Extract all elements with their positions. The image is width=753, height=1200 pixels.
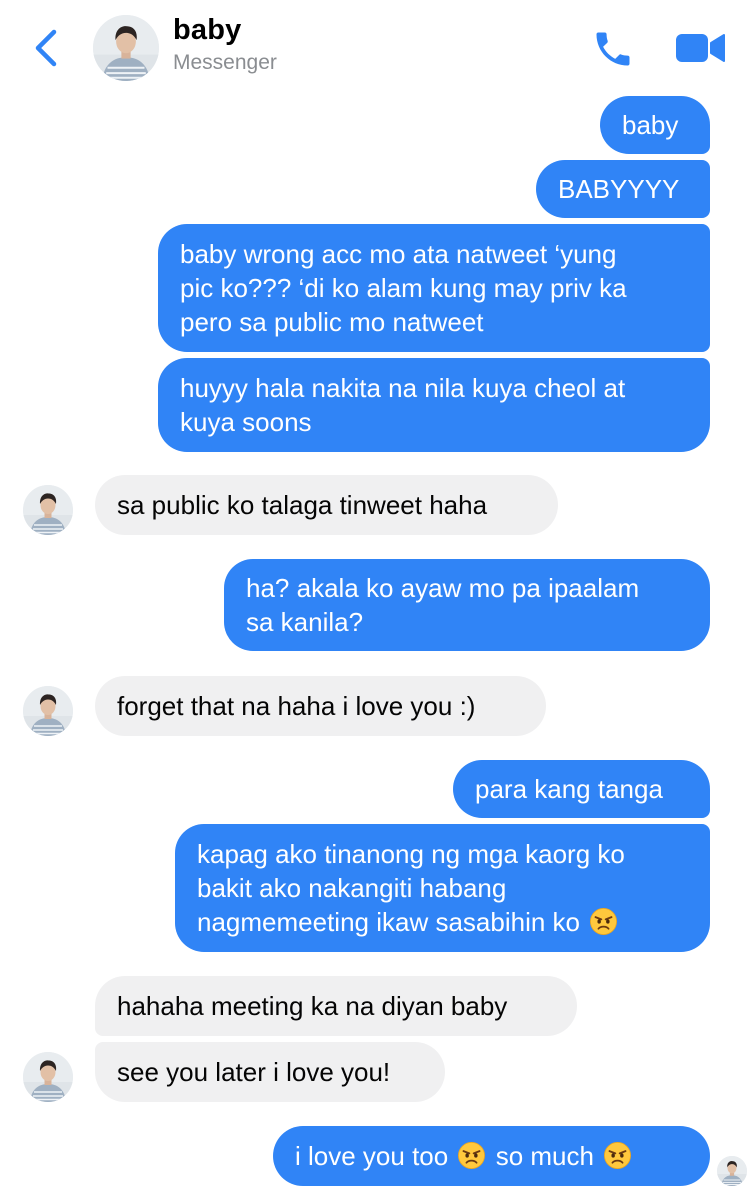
message-text: sa public ko talaga tinweet haha — [117, 490, 488, 520]
call-button[interactable] — [590, 27, 636, 71]
back-button[interactable] — [28, 26, 64, 70]
message-text: see you later i love you! — [117, 1057, 391, 1087]
video-camera-icon — [676, 34, 725, 62]
message-text-line: kapag ako tinanong ng mga kaorg ko — [197, 839, 625, 869]
message-text: baby — [622, 110, 679, 140]
chevron-left-icon — [35, 29, 57, 67]
message-incoming[interactable]: hahaha meeting ka na diyan baby — [95, 976, 577, 1036]
conversation-header: baby Messenger — [0, 0, 753, 100]
message-outgoing[interactable]: i love you too so much — [273, 1126, 710, 1186]
message-incoming[interactable]: sa public ko talaga tinweet haha — [95, 475, 558, 535]
message-text-line: nagmemeeting ikaw sasabihin ko — [197, 905, 688, 939]
message-incoming[interactable]: forget that na haha i love you :) — [95, 676, 546, 736]
message-text: forget that na haha i love you :) — [117, 691, 476, 721]
message-outgoing[interactable]: kapag ako tinanong ng mga kaorg ko bakit… — [175, 824, 710, 952]
contact-subtitle: Messenger — [173, 51, 277, 74]
message-outgoing[interactable]: BABYYYY — [536, 160, 710, 218]
contact-avatar[interactable] — [93, 15, 159, 81]
message-text-line: huyyy hala nakita na nila kuya cheol at — [180, 373, 626, 403]
message-outgoing[interactable]: baby wrong acc mo ata natweet ‘yung pic … — [158, 224, 710, 352]
message-outgoing[interactable]: ha? akala ko ayaw mo pa ipaalam sa kanil… — [224, 559, 710, 651]
message-outgoing[interactable]: baby — [600, 96, 710, 154]
contact-avatar-small[interactable] — [23, 1052, 73, 1102]
contact-avatar-small[interactable] — [23, 485, 73, 535]
message-text: BABYYYY — [558, 174, 680, 204]
phone-icon — [596, 32, 630, 66]
angry-face-emoji — [589, 907, 618, 936]
message-text: para kang tanga — [475, 774, 663, 804]
contact-avatar-small[interactable] — [23, 686, 73, 736]
message-text-line: bakit ako nakangiti habang — [197, 873, 507, 903]
message-text-line: baby wrong acc mo ata natweet ‘yung — [180, 239, 617, 269]
message-text-line: kuya soons — [180, 407, 312, 437]
angry-face-emoji — [457, 1141, 486, 1170]
message-text-line: sa kanila? — [246, 607, 364, 637]
message-text-line: pic ko??? ‘di ko alam kung may priv ka — [180, 273, 627, 303]
message-incoming[interactable]: see you later i love you! — [95, 1042, 445, 1102]
message-text-line: i love you too so much — [295, 1139, 688, 1173]
message-text-line: pero sa public mo natweet — [180, 307, 484, 337]
angry-face-emoji — [603, 1141, 632, 1170]
contact-name[interactable]: baby — [173, 14, 242, 47]
video-call-button[interactable] — [674, 30, 726, 66]
message-text-line: ha? akala ko ayaw mo pa ipaalam — [246, 573, 640, 603]
message-outgoing[interactable]: para kang tanga — [453, 760, 710, 818]
message-outgoing[interactable]: huyyy hala nakita na nila kuya cheol at … — [158, 358, 710, 452]
message-text: hahaha meeting ka na diyan baby — [117, 991, 508, 1021]
seen-receipt-avatar — [717, 1156, 747, 1186]
